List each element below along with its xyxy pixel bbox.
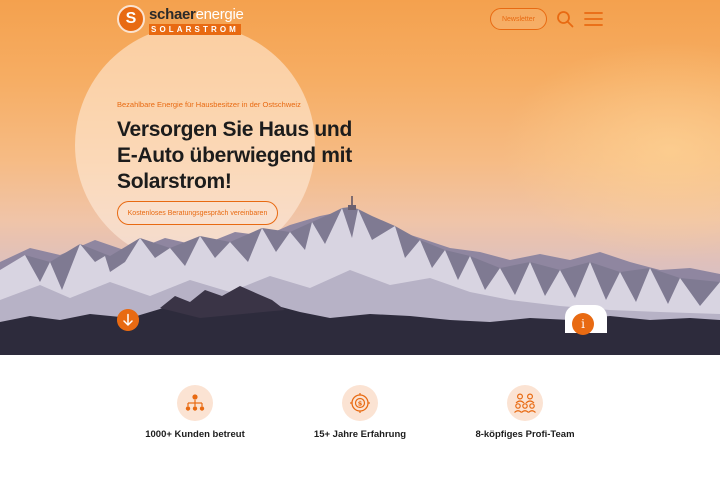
feature-label: 8-köpfiges Profi-Team: [475, 429, 575, 440]
logo-sun-icon: S: [117, 5, 145, 33]
arrow-down-icon[interactable]: [117, 309, 139, 331]
feature-experience: $ 15+ Jahre Erfahrung: [270, 385, 450, 440]
hamburger-menu-icon[interactable]: [584, 11, 603, 27]
feature-customers: 1000+ Kunden betreut: [105, 385, 285, 440]
svg-text:$: $: [358, 400, 363, 408]
brand-name-bold: schaer: [149, 6, 196, 23]
feature-team: 8-köpfiges Profi-Team: [435, 385, 615, 440]
network-icon: [177, 385, 213, 421]
info-icon[interactable]: i: [572, 313, 594, 335]
experience-icon: $: [342, 385, 378, 421]
brand-name-light: energie: [195, 6, 244, 23]
feature-label: 15+ Jahre Erfahrung: [313, 429, 407, 440]
brand-name: schaerenergie: [149, 6, 244, 23]
features-section: 1000+ Kunden betreut $ 15+ Jahre Erfahru…: [0, 355, 720, 483]
consultation-cta-button[interactable]: Kostenloses Beratungsgespräch vereinbare…: [117, 201, 278, 225]
newsletter-button[interactable]: Newsletter: [490, 8, 547, 30]
hero-eyebrow: Bezahlbare Energie für Hausbesitzer in d…: [117, 100, 301, 109]
feature-label: 1000+ Kunden betreut: [145, 429, 245, 440]
search-icon[interactable]: [556, 10, 574, 28]
team-icon: [507, 385, 543, 421]
hero-headline: Versorgen Sie Haus und E-Auto überwiegen…: [117, 118, 352, 193]
brand-tagline: SOLARSTROM: [149, 24, 241, 35]
brand-logo[interactable]: S schaerenergie SOLARSTROM: [117, 5, 247, 35]
